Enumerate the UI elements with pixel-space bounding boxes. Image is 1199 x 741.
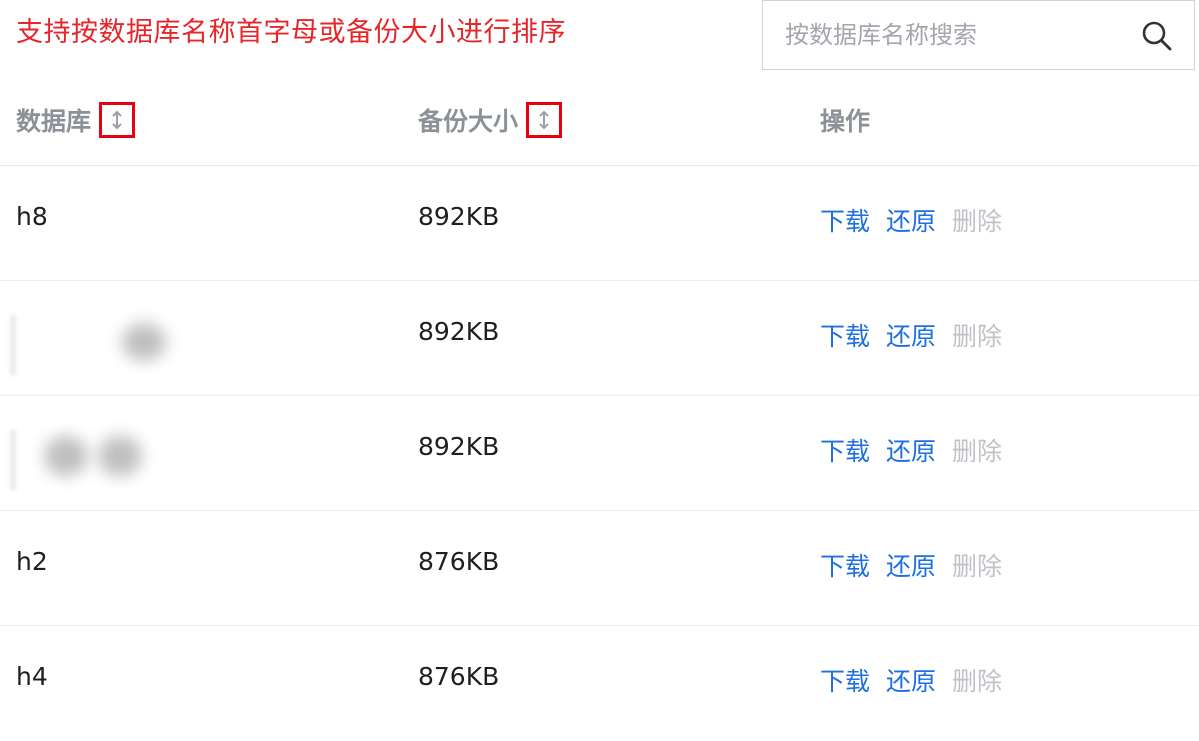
- backup-size: 876KB: [418, 662, 500, 691]
- search-icon[interactable]: [1140, 19, 1174, 53]
- table-row: 892KB 下载 还原 删除: [0, 281, 1199, 396]
- download-link[interactable]: 下载: [820, 662, 870, 698]
- database-name: h4: [16, 662, 48, 691]
- column-header-size: 备份大小: [418, 102, 563, 138]
- restore-link[interactable]: 还原: [886, 662, 936, 698]
- obscured-database-name: [10, 309, 210, 375]
- backup-size: 892KB: [418, 317, 500, 346]
- backup-size: 876KB: [418, 547, 500, 576]
- database-name: h8: [16, 202, 48, 231]
- table-header: 数据库 备份大小 操作: [0, 80, 1199, 166]
- delete-link: 删除: [952, 322, 1003, 351]
- column-header-size-label: 备份大小: [418, 107, 519, 136]
- row-actions: 下载 还原 删除: [820, 662, 1002, 698]
- sort-hint-text: 支持按数据库名称首字母或备份大小进行排序: [16, 17, 566, 48]
- sort-by-name-button[interactable]: [99, 102, 136, 138]
- column-header-operations: 操作: [820, 107, 871, 136]
- sort-by-size-button[interactable]: [526, 102, 563, 138]
- toolbar: 支持按数据库名称首字母或备份大小进行排序: [0, 0, 1199, 80]
- delete-link: 删除: [952, 207, 1003, 236]
- database-name: h2: [16, 547, 48, 576]
- backup-size: 892KB: [418, 202, 500, 231]
- sort-icon: [112, 110, 122, 130]
- column-header-database-label: 数据库: [16, 107, 92, 136]
- row-actions: 下载 还原 删除: [820, 547, 1002, 583]
- table-row: 892KB 下载 还原 删除: [0, 396, 1199, 511]
- table-row: h2 876KB 下载 还原 删除: [0, 511, 1199, 626]
- restore-link[interactable]: 还原: [886, 432, 936, 468]
- download-link[interactable]: 下载: [820, 432, 870, 468]
- backup-size: 892KB: [418, 432, 500, 461]
- delete-link: 删除: [952, 667, 1003, 696]
- delete-link: 删除: [952, 552, 1003, 581]
- table-row: h8 892KB 下载 还原 删除: [0, 166, 1199, 281]
- search-box[interactable]: [762, 0, 1195, 70]
- row-actions: 下载 还原 删除: [820, 317, 1002, 353]
- download-link[interactable]: 下载: [820, 202, 870, 238]
- row-actions: 下载 还原 删除: [820, 202, 1002, 238]
- download-link[interactable]: 下载: [820, 317, 870, 353]
- search-input[interactable]: [785, 15, 1125, 55]
- sort-icon: [539, 110, 549, 130]
- column-header-database: 数据库: [16, 102, 136, 138]
- obscured-database-name: [10, 424, 210, 490]
- table-row: h4 876KB 下载 还原 删除: [0, 626, 1199, 741]
- delete-link: 删除: [952, 437, 1003, 466]
- restore-link[interactable]: 还原: [886, 202, 936, 238]
- download-link[interactable]: 下载: [820, 547, 870, 583]
- restore-link[interactable]: 还原: [886, 317, 936, 353]
- restore-link[interactable]: 还原: [886, 547, 936, 583]
- row-actions: 下载 还原 删除: [820, 432, 1002, 468]
